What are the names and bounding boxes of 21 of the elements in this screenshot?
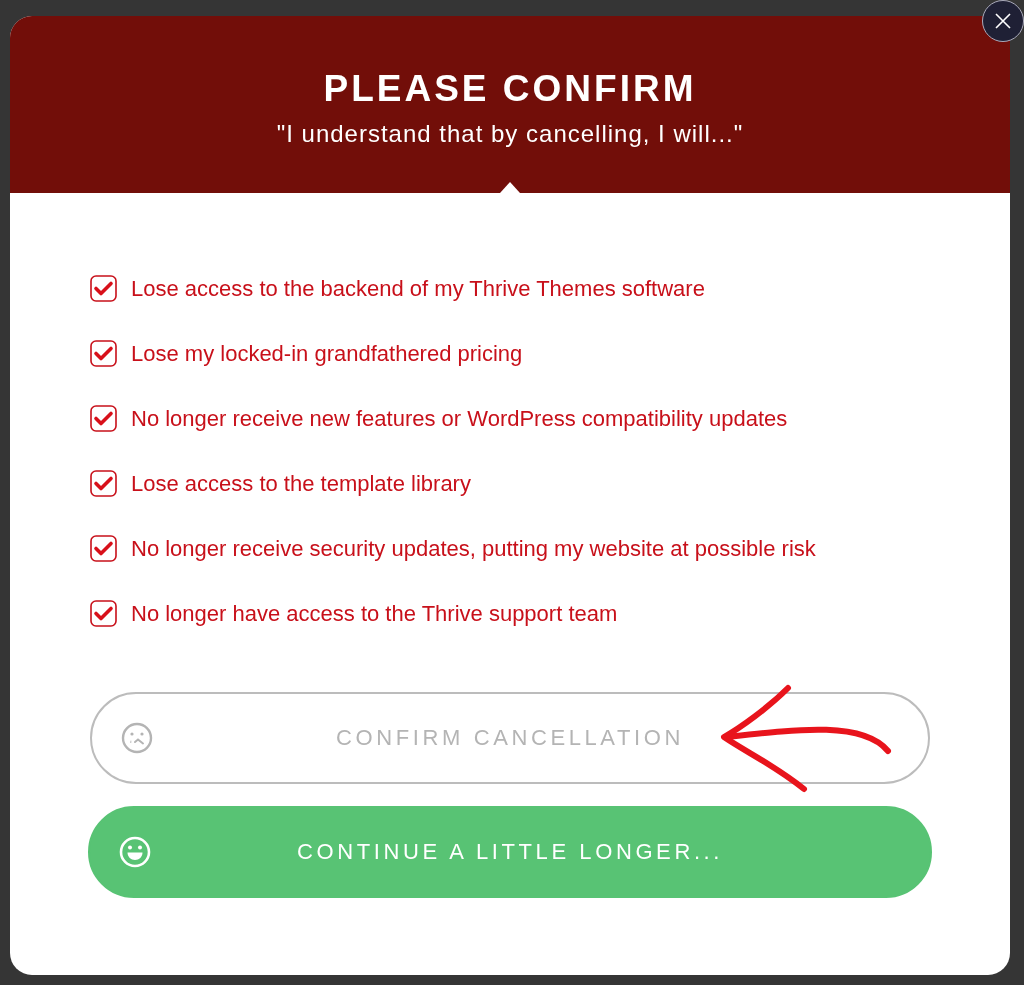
pointer-notch (500, 182, 520, 193)
checklist-label: Lose access to the backend of my Thrive Themes software (131, 275, 705, 302)
checklist-label: No longer receive security updates, putting my website at possible risk (131, 535, 816, 562)
checkbox[interactable] (90, 535, 117, 562)
close-icon (994, 12, 1012, 30)
smiley-icon (118, 835, 152, 869)
checkbox[interactable] (90, 405, 117, 432)
checkbox[interactable] (90, 275, 117, 302)
dialog-title: PLEASE CONFIRM (323, 68, 697, 110)
continue-button[interactable]: CONTINUE A LITTLE LONGER... (88, 806, 932, 898)
checklist-label: No longer have access to the Thrive support team (131, 600, 618, 627)
sad-face-icon (120, 721, 154, 755)
checkbox[interactable] (90, 470, 117, 497)
checklist-label: No longer receive new features or WordPress compatibility updates (131, 405, 788, 432)
checklist-label: Lose access to the template library (131, 470, 471, 497)
dialog-subtitle: "I understand that by cancelling, I will..." (276, 120, 744, 148)
confirm-cancellation-button[interactable]: CONFIRM CANCELLATION (90, 692, 930, 784)
checkbox[interactable] (90, 600, 117, 627)
checkbox[interactable] (90, 340, 117, 367)
checklist-label: Lose my locked-in grandfathered pricing (131, 340, 523, 367)
close-button[interactable] (982, 0, 1024, 42)
